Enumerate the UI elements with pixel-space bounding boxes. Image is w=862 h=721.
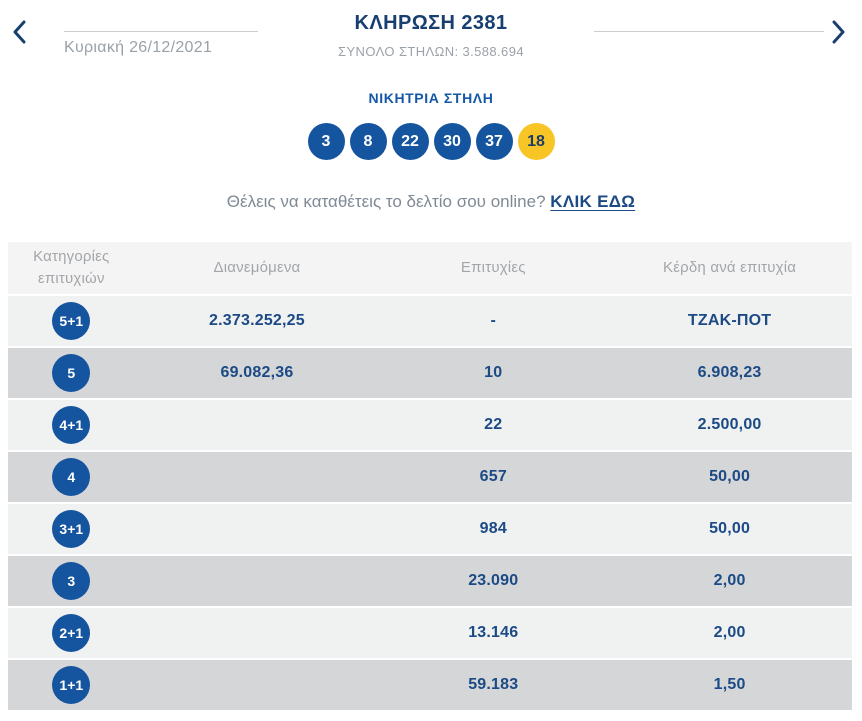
- draw-header: Κυριακή 26/12/2021 ΚΛΗΡΩΣΗ 2381 ΣΥΝΟΛΟ Σ…: [0, 0, 862, 76]
- table-row: 3 23.090 2,00: [8, 556, 852, 608]
- table-row: 5+1 2.373.252,25 - ΤΖΑΚ-ΠΟΤ: [8, 296, 852, 348]
- cta-text: Θέλεις να καταθέτεις το δελτίο σου onlin…: [226, 192, 546, 211]
- category-badge: 2+1: [52, 614, 91, 652]
- distributed-value: 69.082,36: [220, 364, 294, 381]
- category-badge: 3+1: [52, 510, 91, 548]
- prize-value: 50,00: [709, 468, 751, 485]
- chevron-right-icon: [832, 20, 852, 44]
- winning-column-section: ΝΙΚΗΤΡΙΑ ΣΤΗΛΗ 3 8 22 30 37 18: [0, 90, 862, 160]
- table-header-row: Κατηγορίες επιτυχιών Διανεμόμενα Επιτυχί…: [8, 242, 852, 296]
- col-header-categories: Κατηγορίες επιτυχιών: [33, 247, 110, 288]
- prize-value: 2,00: [713, 624, 746, 641]
- winners-value: 59.183: [468, 676, 519, 693]
- col-header-prize: Κέρδη ανά επιτυχία: [663, 258, 797, 276]
- distributed-value: 2.373.252,25: [209, 312, 305, 329]
- prize-value: 2,00: [713, 572, 746, 589]
- winning-number-ball: 30: [433, 123, 471, 160]
- winning-number-ball: 37: [475, 123, 513, 160]
- joker-number-ball: 18: [517, 123, 555, 160]
- category-badge: 5+1: [52, 302, 91, 340]
- category-badge: 4+1: [52, 406, 91, 444]
- table-row: 4+1 22 2.500,00: [8, 400, 852, 452]
- prize-value: ΤΖΑΚ-ΠΟΤ: [687, 312, 772, 329]
- category-badge: 4: [52, 458, 91, 496]
- table-row: 3+1 984 50,00: [8, 504, 852, 556]
- winning-column-heading: ΝΙΚΗΤΡΙΑ ΣΤΗΛΗ: [368, 90, 494, 106]
- table-row: 5 69.082,36 10 6.908,23: [8, 348, 852, 400]
- table-row: 2+1 13.146 2,00: [8, 608, 852, 660]
- winners-value: 22: [484, 416, 503, 433]
- header-divider-right: [594, 31, 824, 32]
- col-header-distributed: Διανεμόμενα: [213, 258, 301, 276]
- category-badge: 1+1: [52, 666, 91, 704]
- winners-value: 984: [479, 520, 507, 537]
- winners-value: -: [490, 312, 497, 329]
- winners-value: 13.146: [468, 624, 519, 641]
- table-row: 4 657 50,00: [8, 452, 852, 504]
- winners-value: 657: [479, 468, 507, 485]
- prize-value: 1,50: [713, 676, 746, 693]
- prize-value: 50,00: [709, 520, 751, 537]
- next-draw-button[interactable]: [832, 20, 852, 44]
- online-cta: Θέλεις να καταθέτεις το δελτίο σου onlin…: [0, 192, 862, 212]
- total-columns: ΣΥΝΟΛΟ ΣΤΗΛΩΝ: 3.588.694: [338, 44, 524, 59]
- winning-number-ball: 22: [391, 123, 429, 160]
- prize-value: 6.908,23: [697, 364, 762, 381]
- winning-numbers: 3 8 22 30 37 18: [0, 123, 862, 160]
- winning-number-ball: 3: [307, 123, 345, 160]
- winning-number-ball: 8: [349, 123, 387, 160]
- prize-value: 2.500,00: [697, 416, 762, 433]
- category-badge: 5: [52, 354, 91, 392]
- winners-value: 10: [484, 364, 503, 381]
- table-row: 1+1 59.183 1,50: [8, 660, 852, 712]
- click-here-link[interactable]: ΚΛΙΚ ΕΔΩ: [550, 192, 635, 211]
- winners-value: 23.090: [468, 572, 519, 589]
- prize-table: Κατηγορίες επιτυχιών Διανεμόμενα Επιτυχί…: [8, 242, 852, 712]
- category-badge: 3: [52, 562, 91, 600]
- col-header-winners: Επιτυχίες: [460, 258, 526, 276]
